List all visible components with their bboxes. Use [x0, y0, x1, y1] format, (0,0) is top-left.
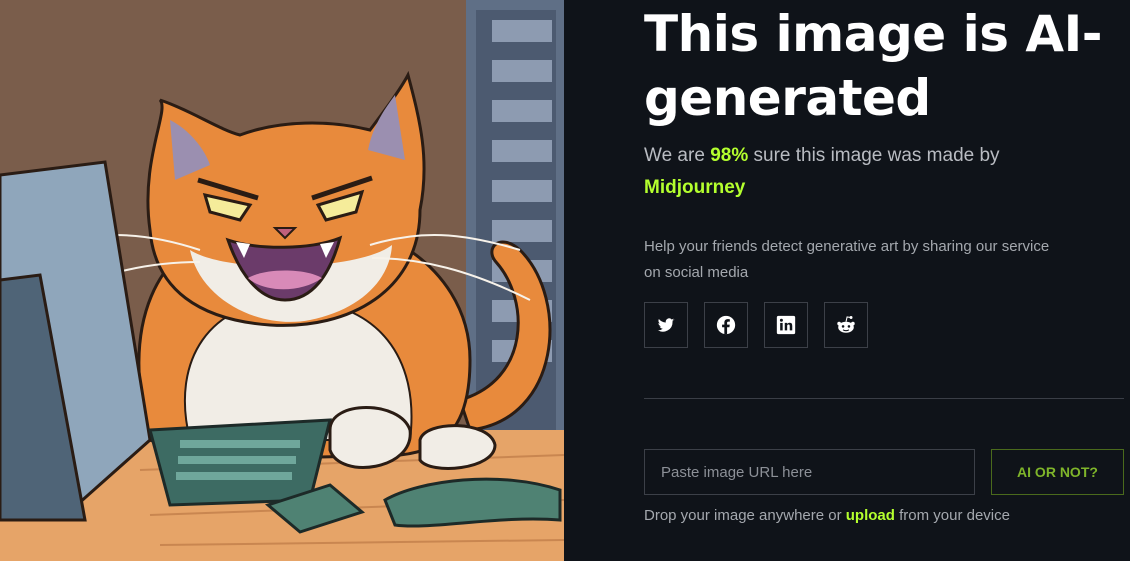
cat-illustration [0, 0, 564, 561]
verdict-text: We are 98% sure this image was made by M… [644, 140, 1064, 204]
reddit-icon [837, 316, 855, 333]
reddit-share-button[interactable] [824, 302, 868, 348]
upload-link[interactable]: upload [846, 507, 895, 524]
facebook-icon [716, 315, 736, 335]
twitter-icon [657, 318, 675, 332]
result-page: This image is AI-generated We are 98% su… [0, 0, 1130, 561]
linkedin-share-button[interactable] [764, 302, 808, 348]
linkedin-icon [776, 315, 796, 335]
upload-hint: Drop your image anywhere or upload from … [644, 504, 1124, 528]
image-url-input[interactable] [644, 449, 975, 495]
drop-prefix: Drop your image anywhere or [644, 507, 846, 524]
verdict-prefix: We are [644, 145, 711, 166]
facebook-share-button[interactable] [704, 302, 748, 348]
verdict-middle: sure this image was made by [748, 145, 1000, 166]
twitter-share-button[interactable] [644, 302, 688, 348]
confidence-value: 98% [710, 145, 749, 166]
share-prompt: Help your friends detect generative art … [644, 238, 1050, 281]
social-share-buttons [644, 302, 868, 348]
result-title: This image is AI-generated [644, 5, 1102, 127]
section-divider [644, 398, 1124, 399]
ai-or-not-button[interactable]: AI OR NOT? [991, 449, 1124, 495]
generator-name: Midjourney [644, 177, 746, 198]
result-panel: This image is AI-generated We are 98% su… [644, 0, 1130, 561]
analyzed-image [0, 0, 564, 561]
drop-suffix: from your device [894, 507, 1010, 524]
